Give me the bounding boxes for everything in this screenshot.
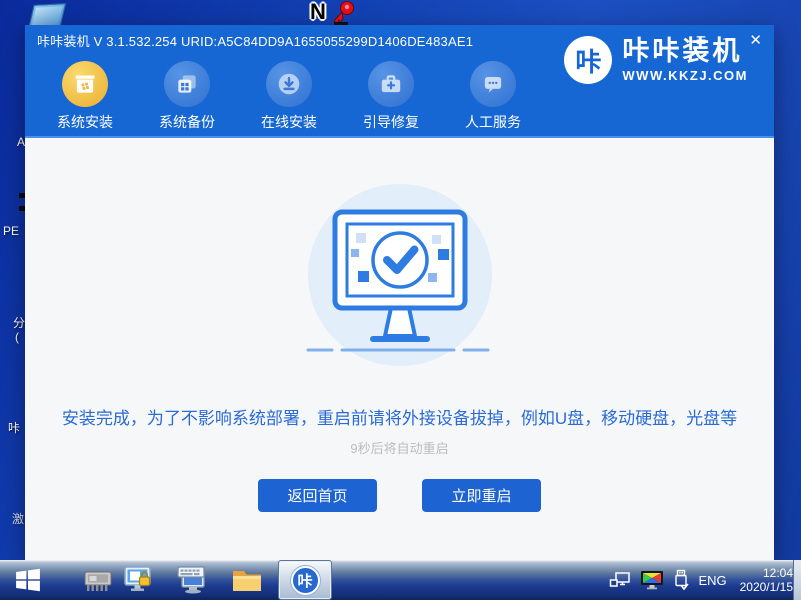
- brand-site: www.kkzj.com: [622, 69, 748, 82]
- desktop-icon-label-fragment: PE: [3, 224, 19, 238]
- nav-item-boot-repair[interactable]: 引导修复: [363, 55, 419, 136]
- language-indicator[interactable]: ENG: [698, 573, 726, 588]
- nav-label: 引导修复: [363, 112, 419, 132]
- toolbox-icon: [368, 61, 414, 107]
- clock-date: 2020/1/15: [740, 580, 793, 594]
- install-box-icon: [62, 61, 108, 107]
- restart-countdown: 9秒后将自动重启: [25, 438, 774, 457]
- return-home-button[interactable]: 返回首页: [258, 479, 377, 512]
- download-icon: [266, 61, 312, 107]
- show-desktop-button[interactable]: [793, 560, 801, 600]
- nav-label: 系统安装: [57, 112, 113, 132]
- chip-tool-icon[interactable]: [82, 568, 114, 594]
- desktop-icon-label-fragment: 激: [12, 510, 24, 527]
- nav-item-system-install[interactable]: 系统安装: [57, 55, 113, 136]
- install-complete-illustration: [305, 184, 495, 366]
- clock[interactable]: 12:04 2020/1/15: [740, 566, 793, 594]
- screen-lock-tool-icon[interactable]: [122, 565, 154, 595]
- desktop-icon-label-fragment: (: [15, 330, 19, 344]
- nav-item-system-backup[interactable]: 系统备份: [159, 55, 215, 136]
- backup-icon: [164, 61, 210, 107]
- usb-device-icon[interactable]: [673, 569, 689, 591]
- kaka-installer-window: 咔咔装机 V 3.1.532.254 URID:A5C84DD9A1655055…: [25, 25, 774, 560]
- n-letter: N: [310, 0, 326, 25]
- kaka-app-icon: 咔: [291, 566, 320, 595]
- start-button-icon[interactable]: [14, 567, 42, 593]
- monitor-checkmark-icon: [305, 192, 495, 360]
- window-header: 咔咔装机 V 3.1.532.254 URID:A5C84DD9A1655055…: [25, 25, 774, 138]
- brand-logo: 咔 咔咔装机 www.kkzj.com: [564, 36, 748, 84]
- nav-label: 在线安装: [261, 112, 317, 132]
- nav-item-online-install[interactable]: 在线安装: [261, 55, 317, 136]
- kaka-logo-icon: 咔: [564, 36, 612, 84]
- clock-time: 12:04: [740, 566, 793, 580]
- brand-name: 咔咔装机: [622, 38, 748, 65]
- completion-message: 安装完成，为了不影响系统部署，重启前请将外接设备拔掉，例如U盘，移动硬盘，光盘等: [25, 404, 774, 429]
- restart-now-button[interactable]: 立即重启: [422, 479, 541, 512]
- nav-label: 系统备份: [159, 112, 215, 132]
- network-icon[interactable]: [609, 571, 631, 589]
- activation-key-shortcut-icon[interactable]: N: [308, 1, 360, 26]
- close-icon[interactable]: ✕: [749, 33, 762, 48]
- desktop-icon-label-fragment: 咔: [8, 419, 20, 436]
- taskbar: 咔 ENG 12:04 202: [0, 560, 801, 600]
- file-explorer-icon[interactable]: [231, 567, 263, 594]
- taskbar-kaka-app-button[interactable]: 咔: [279, 561, 331, 599]
- nav-item-human-service[interactable]: 人工服务: [465, 55, 521, 136]
- window-content: 安装完成，为了不影响系统部署，重启前请将外接设备拔掉，例如U盘，移动硬盘，光盘等…: [25, 138, 774, 560]
- keyboard-tool-icon[interactable]: [176, 565, 210, 595]
- chat-icon: [470, 61, 516, 107]
- display-color-icon[interactable]: [640, 570, 664, 590]
- desktop-icon-label-fragment: A: [17, 135, 25, 149]
- nav-label: 人工服务: [465, 112, 521, 132]
- system-tray: ENG 12:04 2020/1/15: [609, 560, 793, 600]
- desktop-icon-label-fragment: 分: [13, 314, 25, 331]
